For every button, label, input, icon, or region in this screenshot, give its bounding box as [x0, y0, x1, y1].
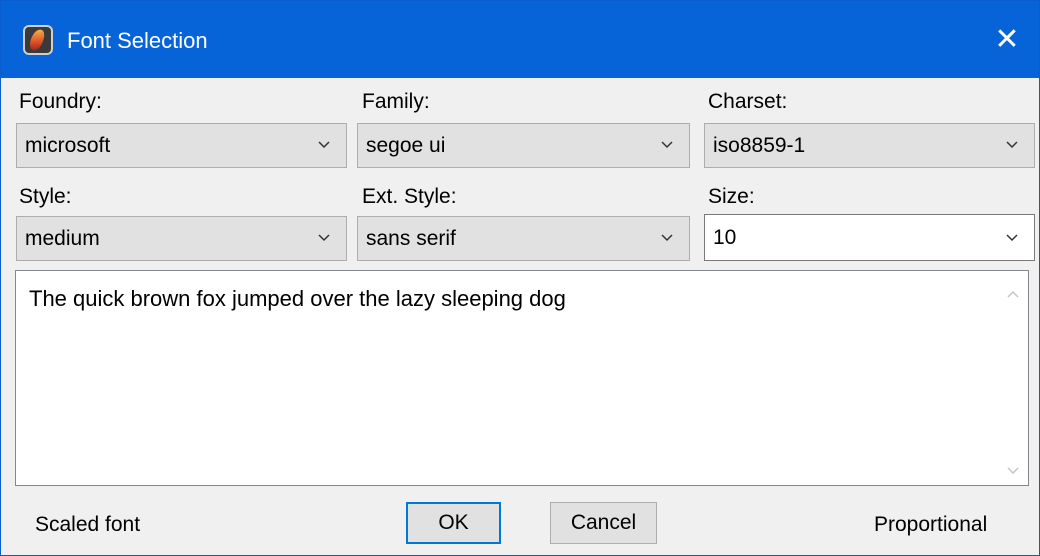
charset-value: iso8859-1 [713, 134, 806, 157]
charset-combobox[interactable]: iso8859-1 [704, 123, 1035, 168]
ok-button[interactable]: OK [406, 502, 501, 544]
font-preview-area[interactable]: The quick brown fox jumped over the lazy… [15, 270, 1029, 486]
chevron-down-icon[interactable] [1006, 231, 1018, 243]
family-combobox[interactable]: segoe ui [357, 123, 690, 168]
vertical-scrollbar[interactable] [998, 271, 1028, 485]
font-selection-dialog: Font Selection ✕ Foundry: Family: Charse… [0, 0, 1040, 556]
close-button[interactable]: ✕ [975, 1, 1039, 78]
chevron-down-icon[interactable] [1006, 138, 1018, 150]
proportional-label: Proportional [874, 513, 988, 536]
flame-shape [27, 27, 47, 53]
cancel-button[interactable]: Cancel [550, 502, 657, 544]
charset-label: Charset: [708, 90, 788, 113]
chevron-down-icon[interactable] [318, 138, 330, 150]
size-combobox[interactable]: 10 [704, 214, 1035, 261]
family-value: segoe ui [366, 134, 446, 157]
close-icon: ✕ [994, 23, 1020, 56]
window-title: Font Selection [67, 28, 208, 53]
title-bar[interactable]: Font Selection ✕ [1, 1, 1039, 78]
ext-style-combobox[interactable]: sans serif [357, 216, 690, 261]
chevron-down-icon[interactable] [318, 231, 330, 243]
chevron-down-icon[interactable] [661, 138, 673, 150]
foundry-combobox[interactable]: microsoft [16, 123, 347, 168]
foundry-value: microsoft [25, 134, 111, 157]
style-value: medium [25, 227, 100, 250]
scroll-up-icon[interactable] [1007, 285, 1019, 298]
chevron-down-icon[interactable] [661, 231, 673, 243]
style-label: Style: [19, 185, 72, 208]
size-label: Size: [708, 185, 755, 208]
scroll-down-icon[interactable] [1007, 462, 1019, 475]
size-input[interactable]: 10 [713, 225, 736, 251]
app-flame-icon [23, 25, 53, 55]
preview-text: The quick brown fox jumped over the lazy… [29, 286, 566, 311]
ext-style-label: Ext. Style: [362, 185, 457, 208]
family-label: Family: [362, 90, 430, 113]
ext-style-value: sans serif [366, 227, 456, 250]
scaled-font-label: Scaled font [35, 513, 141, 536]
foundry-label: Foundry: [19, 90, 102, 113]
style-combobox[interactable]: medium [16, 216, 347, 261]
